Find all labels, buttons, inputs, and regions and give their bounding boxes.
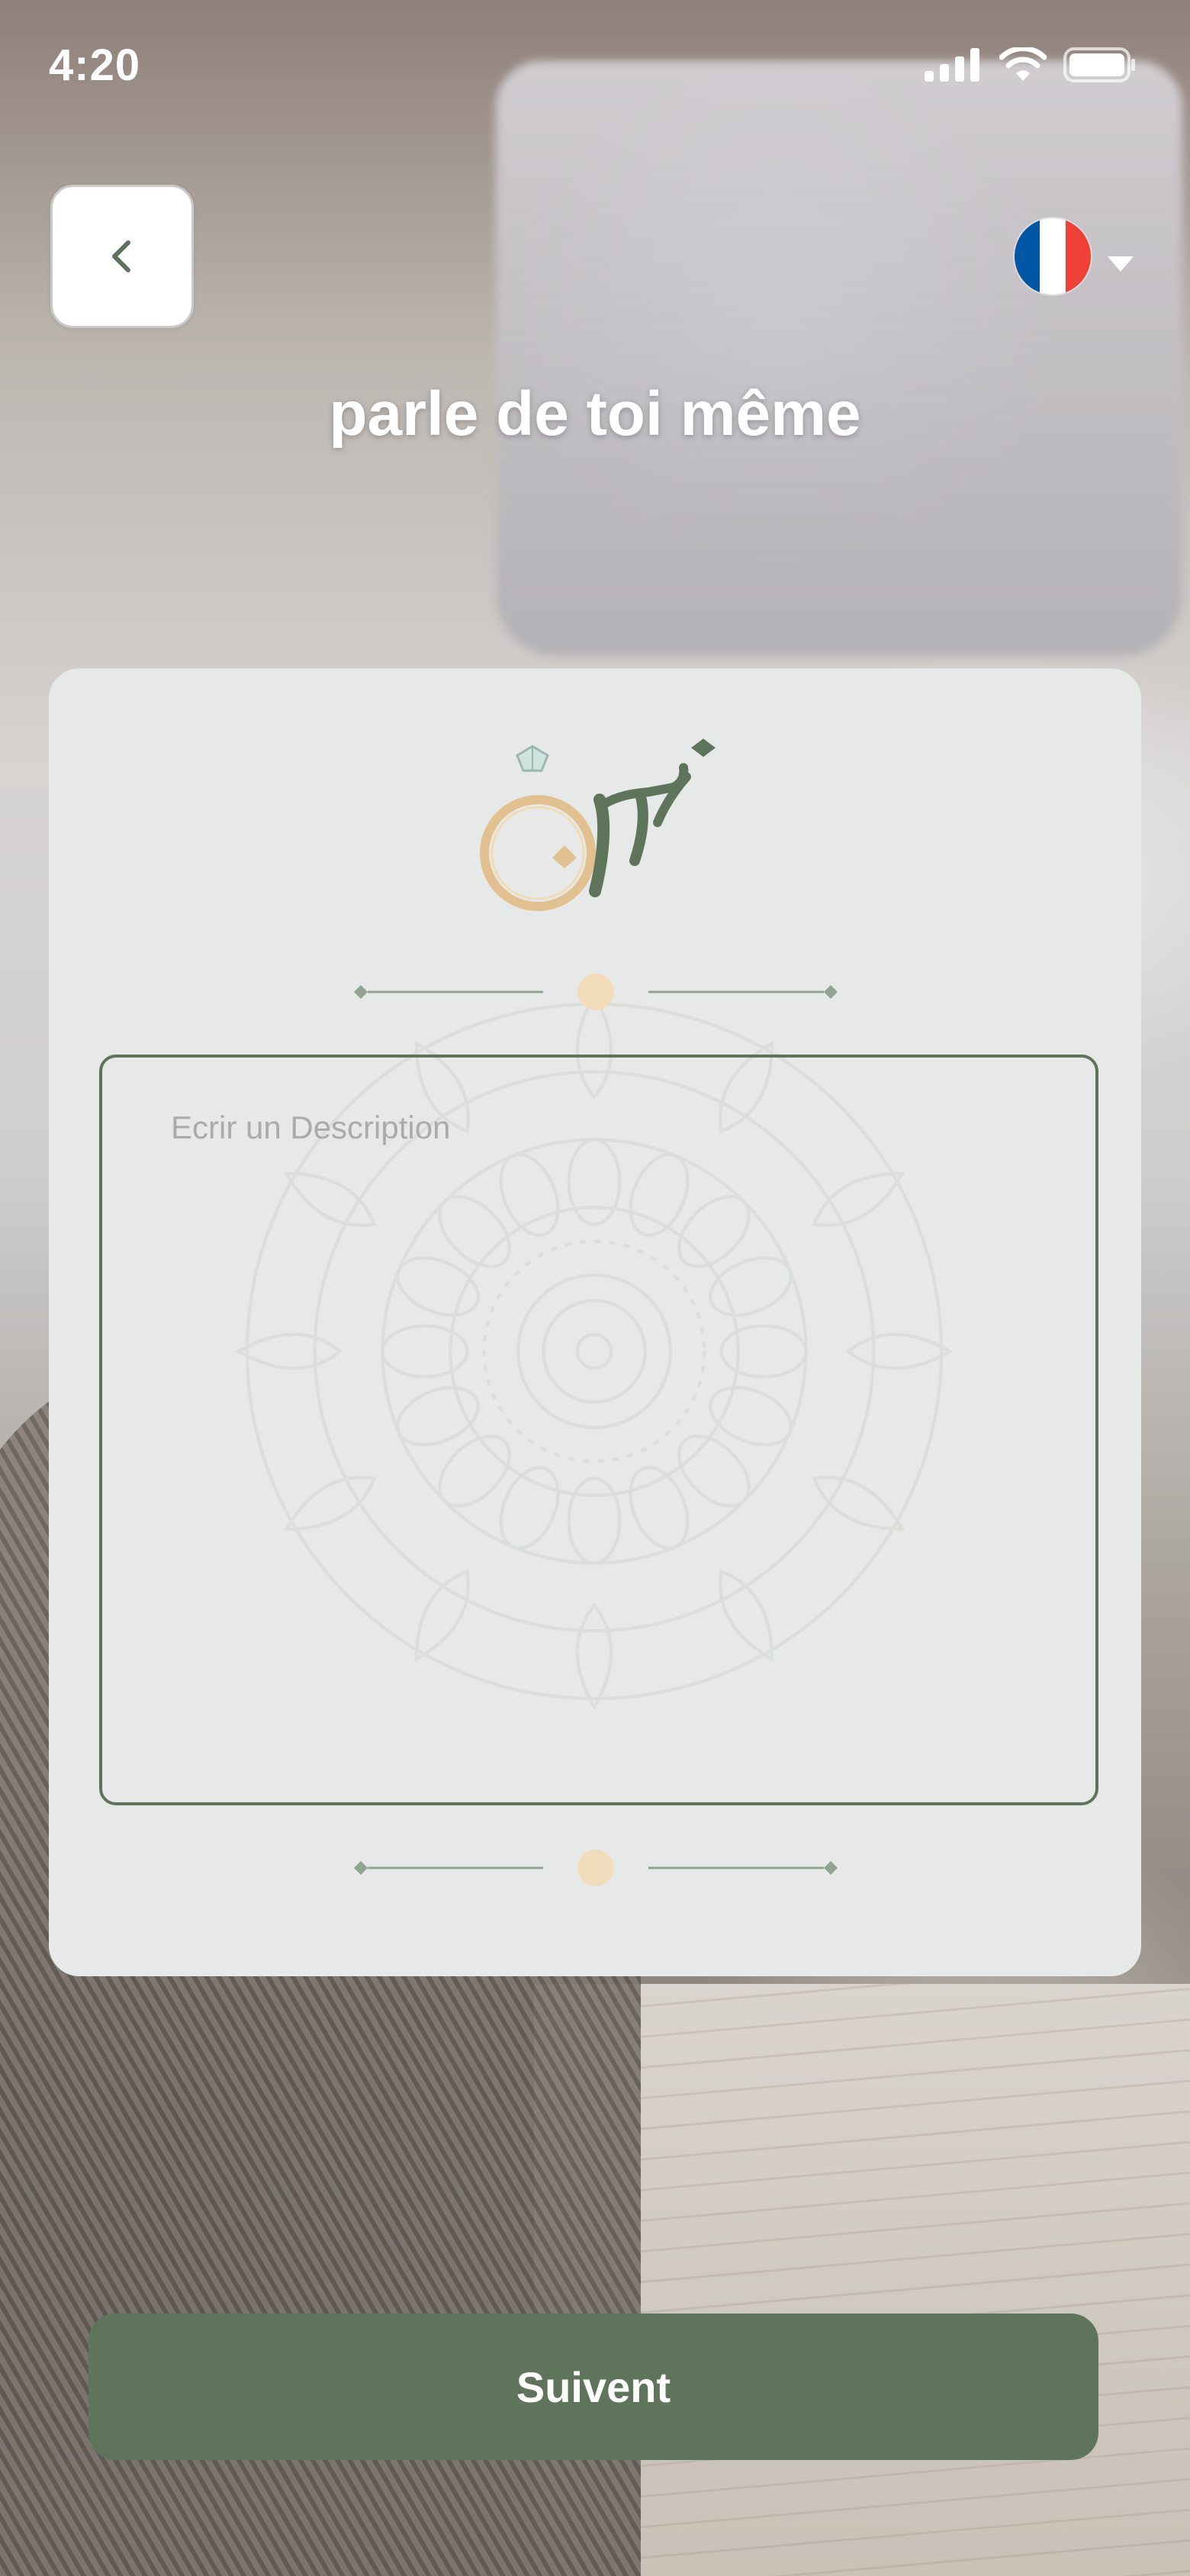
- status-icons: [925, 47, 1137, 82]
- status-time: 4:20: [49, 40, 141, 90]
- description-card: [49, 668, 1141, 1976]
- france-flag-icon: [1015, 218, 1091, 295]
- description-textarea[interactable]: [102, 1058, 1095, 1802]
- next-button[interactable]: Suivent: [88, 2314, 1098, 2460]
- ornament-divider-top: [354, 974, 838, 1010]
- page-title: parle de toi même: [329, 379, 861, 449]
- back-button[interactable]: [50, 185, 194, 328]
- description-field[interactable]: [99, 1055, 1098, 1805]
- ring-logo-icon: [480, 739, 716, 911]
- battery-icon: [1063, 47, 1135, 82]
- ornament-divider-bottom: [354, 1850, 838, 1886]
- wifi-icon: [999, 47, 1047, 81]
- background-cup: [496, 61, 1182, 656]
- language-selector[interactable]: [1015, 217, 1152, 296]
- status-bar: 4:20: [0, 0, 1190, 137]
- chevron-left-icon: [112, 240, 130, 272]
- cellular-signal-icon: [925, 48, 979, 82]
- caret-down-icon: [1108, 256, 1134, 272]
